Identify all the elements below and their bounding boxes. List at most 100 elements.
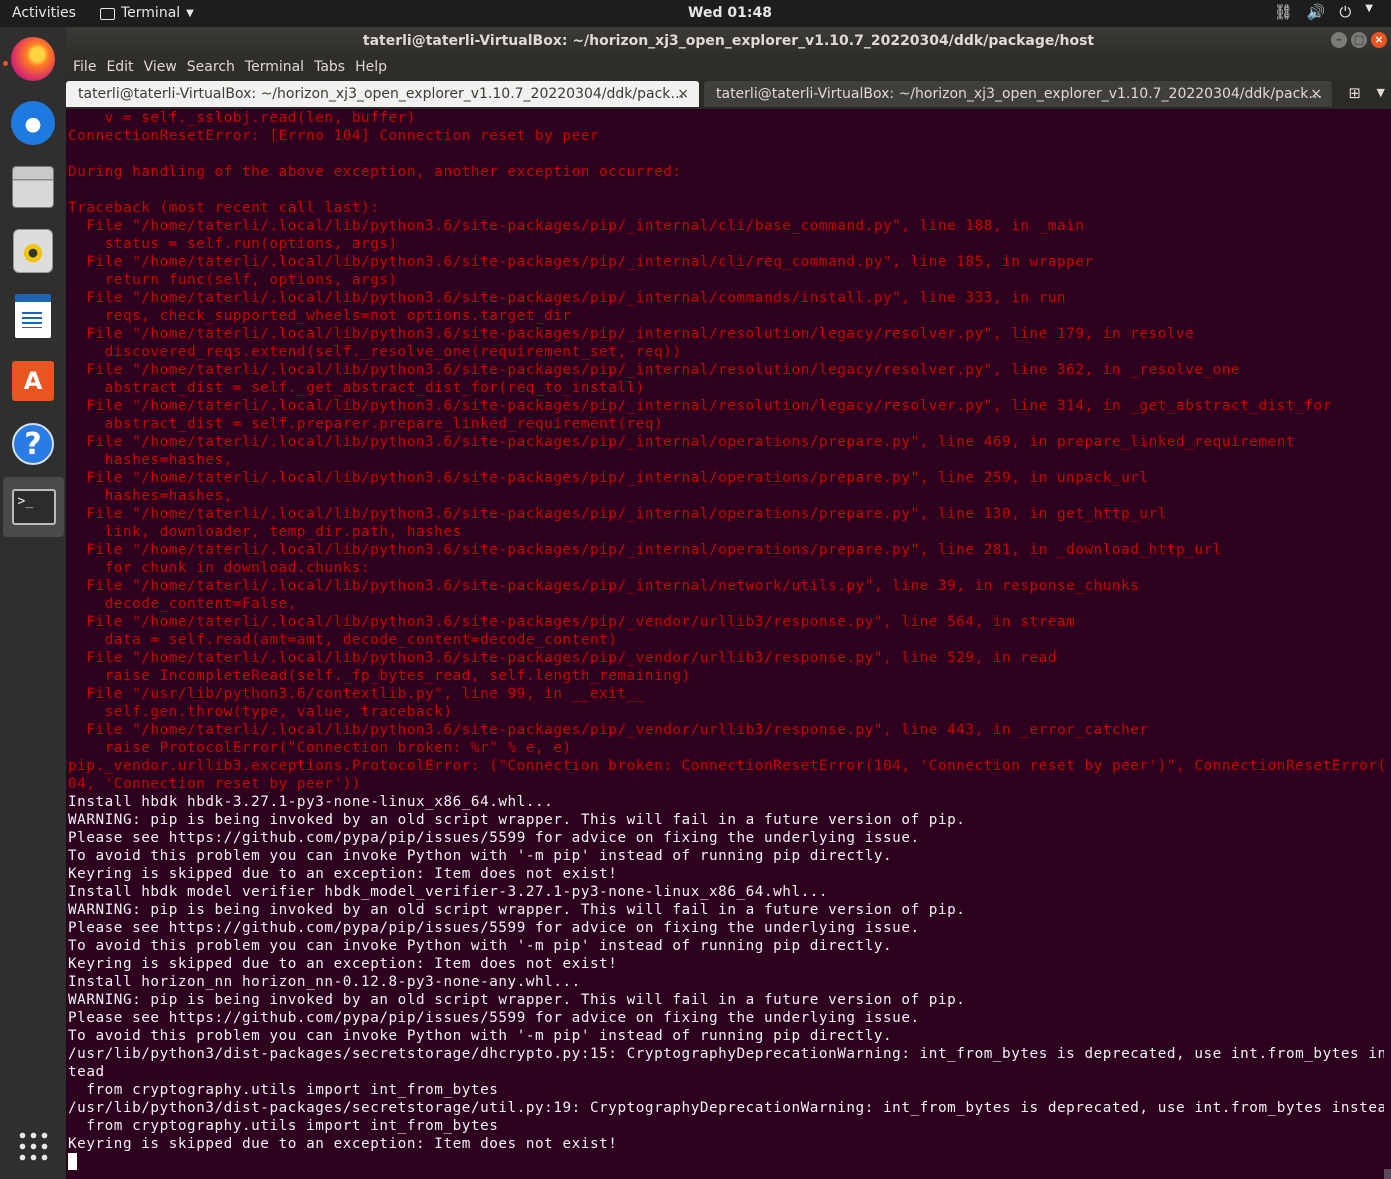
system-tray[interactable]: ⛓ 🔊 ⏻ ▼: [1274, 3, 1373, 21]
menu-view[interactable]: View: [144, 59, 177, 75]
terminal-line: data = self.read(amt=amt, decode_content…: [68, 632, 618, 648]
new-tab-icon[interactable]: ⊞: [1348, 84, 1361, 102]
terminal-line: File "/home/taterli/.local/lib/python3.6…: [68, 398, 1332, 414]
terminal-line: discovered_reqs.extend(self._resolve_one…: [68, 344, 682, 360]
terminal-line: Keyring is skipped due to an exception: …: [68, 1136, 618, 1152]
chevron-down-icon: ▼: [1365, 3, 1373, 14]
terminal-line: for chunk in download.chunks:: [68, 560, 371, 576]
writer-icon: [15, 294, 51, 338]
terminal-line: File "/home/taterli/.local/lib/python3.6…: [68, 254, 1094, 270]
terminal-line: To avoid this problem you can invoke Pyt…: [68, 848, 893, 864]
terminal-line: Traceback (most recent call last):: [68, 200, 380, 216]
power-icon: ⏻: [1339, 3, 1352, 21]
terminal-line: File "/home/taterli/.local/lib/python3.6…: [68, 506, 1167, 522]
dock-software[interactable]: A: [9, 357, 57, 405]
scrollbar-thumb[interactable]: [1384, 1169, 1391, 1179]
close-icon[interactable]: ×: [677, 81, 689, 107]
terminal-line: ConnectionResetError: [Errno 104] Connec…: [68, 128, 600, 144]
chevron-down-icon[interactable]: ▼: [1377, 86, 1385, 99]
terminal-line: pip._vendor.urllib3.exceptions.ProtocolE…: [68, 758, 1384, 774]
scrollbar[interactable]: [1384, 109, 1391, 1179]
close-button[interactable]: ×: [1371, 32, 1387, 48]
terminal-line: decode_content=False,: [68, 596, 297, 612]
window-title: taterli@taterli-VirtualBox: ~/horizon_xj…: [362, 33, 1095, 49]
terminal-line: reqs, check_supported_wheels=not options…: [68, 308, 572, 324]
terminal-line: link, downloader, temp_dir.path, hashes: [68, 524, 462, 540]
menu-edit[interactable]: Edit: [106, 59, 133, 75]
thunderbird-icon: [11, 101, 55, 145]
terminal-output[interactable]: v = self._sslobj.read(len, buffer) Connec…: [66, 109, 1384, 1179]
show-applications-icon[interactable]: [17, 1130, 49, 1162]
terminal-line: To avoid this problem you can invoke Pyt…: [68, 1028, 893, 1044]
tab-bar: taterli@taterli-VirtualBox: ~/horizon_xj…: [66, 79, 1391, 109]
tab-1[interactable]: taterli@taterli-VirtualBox: ~/horizon_xj…: [66, 81, 699, 107]
dock-writer[interactable]: [9, 292, 57, 340]
dock-rhythmbox[interactable]: [9, 227, 57, 275]
menu-help[interactable]: Help: [355, 59, 387, 75]
terminal-line: Please see https://github.com/pypa/pip/i…: [68, 920, 920, 936]
close-icon[interactable]: ×: [1310, 81, 1322, 107]
network-icon: ⛓: [1273, 3, 1293, 21]
terminal-line: File "/home/taterli/.local/lib/python3.6…: [68, 470, 1149, 486]
terminal-line: raise ProtocolError("Connection broken: …: [68, 740, 572, 756]
terminal-line: status = self.run(options, args): [68, 236, 398, 252]
running-indicator: [3, 61, 8, 66]
terminal-line: Please see https://github.com/pypa/pip/i…: [68, 830, 920, 846]
terminal-line: File "/usr/lib/python3.6/contextlib.py",…: [68, 686, 645, 702]
terminal-line: raise IncompleteRead(self._fp_bytes_read…: [68, 668, 691, 684]
terminal-line: Install horizon_nn horizon_nn-0.12.8-py3…: [68, 974, 581, 990]
menu-bar: File Edit View Search Terminal Tabs Help: [66, 55, 1391, 79]
terminal-line: return func(self, options, args): [68, 272, 398, 288]
dock-thunderbird[interactable]: [9, 99, 57, 147]
terminal-line: File "/home/taterli/.local/lib/python3.6…: [68, 578, 1140, 594]
dock-files[interactable]: [9, 163, 57, 211]
terminal-line: WARNING: pip is being invoked by an old …: [68, 812, 966, 828]
terminal-line: To avoid this problem you can invoke Pyt…: [68, 938, 893, 954]
menu-tabs[interactable]: Tabs: [314, 59, 345, 75]
tab-2[interactable]: taterli@taterli-VirtualBox: ~/horizon_xj…: [704, 81, 1332, 107]
tab-label: taterli@taterli-VirtualBox: ~/horizon_xj…: [78, 86, 685, 102]
terminal-line: File "/home/taterli/.local/lib/python3.6…: [68, 722, 1149, 738]
files-icon: [12, 166, 54, 208]
terminal-line: File "/home/taterli/.local/lib/python3.6…: [68, 650, 1058, 666]
dock-firefox[interactable]: [9, 35, 57, 83]
terminal-line: File "/home/taterli/.local/lib/python3.6…: [68, 362, 1241, 378]
terminal-line: Install hbdk model verifier hbdk_model_v…: [68, 884, 829, 900]
rhythmbox-icon: [13, 229, 53, 273]
terminal-line: Keyring is skipped due to an exception: …: [68, 956, 618, 972]
terminal-line: WARNING: pip is being invoked by an old …: [68, 992, 966, 1008]
terminal-line: from cryptography.utils import int_from_…: [68, 1118, 499, 1134]
menu-terminal[interactable]: Terminal: [245, 59, 304, 75]
volume-icon: 🔊: [1306, 3, 1326, 21]
maximize-button[interactable]: □: [1351, 32, 1367, 48]
minimize-button[interactable]: –: [1331, 32, 1347, 48]
terminal-line: from cryptography.utils import int_from_…: [68, 1082, 499, 1098]
terminal-line: File "/home/taterli/.local/lib/python3.6…: [68, 542, 1222, 558]
terminal-line: 04, 'Connection reset by peer')): [68, 776, 362, 792]
terminal-window: taterli@taterli-VirtualBox: ~/horizon_xj…: [66, 27, 1391, 1179]
terminal-line: Keyring is skipped due to an exception: …: [68, 866, 618, 882]
software-center-icon: A: [12, 361, 54, 401]
terminal-icon: >_: [11, 489, 56, 525]
clock[interactable]: Wed 01:48: [0, 5, 1391, 21]
dock-terminal[interactable]: >_: [3, 477, 64, 537]
terminal-line: File "/home/taterli/.local/lib/python3.6…: [68, 614, 1076, 630]
terminal-line: Install hbdk hbdk-3.27.1-py3-none-linux_…: [68, 794, 554, 810]
terminal-line: abstract_dist = self.preparer.prepare_li…: [68, 416, 664, 432]
tab-label: taterli@taterli-VirtualBox: ~/horizon_xj…: [716, 86, 1323, 102]
top-bar: Activities Terminal ▼ Wed 01:48 ⛓ 🔊 ⏻ ▼: [0, 0, 1391, 27]
terminal-line: Please see https://github.com/pypa/pip/i…: [68, 1010, 920, 1026]
menu-file[interactable]: File: [73, 59, 96, 75]
terminal-line: File "/home/taterli/.local/lib/python3.6…: [68, 434, 1296, 450]
terminal-line: File "/home/taterli/.local/lib/python3.6…: [68, 218, 1085, 234]
help-icon: ?: [12, 423, 54, 465]
window-titlebar[interactable]: taterli@taterli-VirtualBox: ~/horizon_xj…: [66, 27, 1391, 55]
terminal-line: WARNING: pip is being invoked by an old …: [68, 902, 966, 918]
terminal-line: hashes=hashes,: [68, 488, 233, 504]
terminal-line: self.gen.throw(type, value, traceback): [68, 704, 453, 720]
dock-help[interactable]: ?: [9, 420, 57, 468]
window-controls: – □ ×: [1331, 32, 1387, 48]
terminal-line: v = self._sslobj.read(len, buffer): [68, 110, 416, 126]
menu-search[interactable]: Search: [187, 59, 235, 75]
terminal-line: abstract_dist = self._get_abstract_dist_…: [68, 380, 645, 396]
